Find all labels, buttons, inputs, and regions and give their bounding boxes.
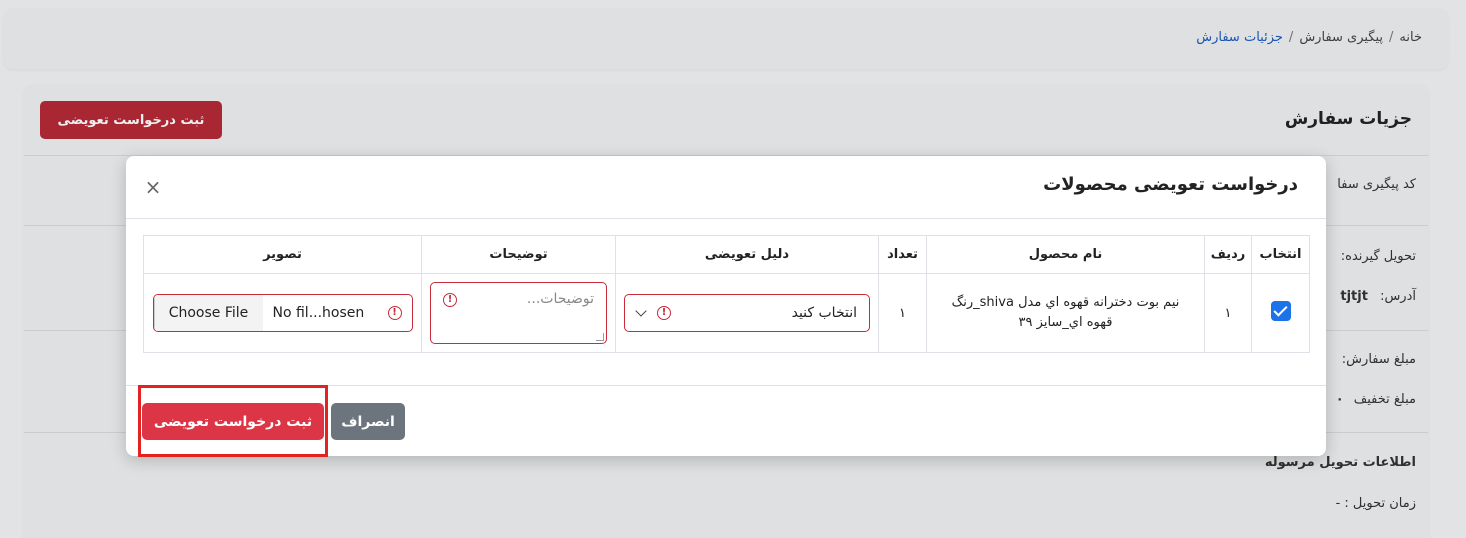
- file-status: No fil...hosen !: [263, 295, 412, 331]
- column-header-description: توضیحات: [421, 235, 616, 274]
- reason-cell: انتخاب کنید !: [615, 273, 879, 353]
- row-number: ۱: [1204, 273, 1252, 353]
- column-header-select: انتخاب: [1251, 235, 1310, 274]
- select-cell: [1251, 273, 1310, 353]
- image-file-input[interactable]: Choose File No fil...hosen !: [152, 294, 413, 332]
- quantity: ۱: [878, 273, 927, 353]
- choose-file-button[interactable]: Choose File: [153, 295, 263, 331]
- file-status-text: No fil...hosen: [272, 305, 365, 321]
- modal-footer: انصراف ثبت درخواست تعویضی: [126, 385, 1326, 456]
- column-header-image: تصویر: [143, 235, 422, 274]
- product-name-cell: نیم بوت دخترانه قهوه اي مدل shiva_رنگ قه…: [926, 273, 1205, 353]
- close-icon[interactable]: ×: [144, 177, 162, 197]
- chevron-down-icon: [635, 305, 647, 317]
- exchange-modal: درخواست تعویضی محصولات × انتخاب ردیف نام…: [126, 156, 1326, 456]
- table-row: ۱ نیم بوت دخترانه قهوه اي مدل shiva_رنگ …: [143, 273, 1310, 353]
- image-cell: Choose File No fil...hosen !: [143, 273, 422, 353]
- error-icon: !: [657, 306, 671, 320]
- description-cell: توضیحات... !: [421, 273, 616, 353]
- resize-handle-icon[interactable]: [596, 333, 604, 341]
- description-placeholder: توضیحات...: [526, 291, 594, 307]
- error-icon: !: [443, 293, 457, 307]
- column-header-row: ردیف: [1204, 235, 1252, 274]
- description-textarea[interactable]: توضیحات... !: [430, 282, 607, 344]
- column-header-reason: دلیل تعویضی: [615, 235, 879, 274]
- reason-select-value: انتخاب کنید: [791, 305, 857, 321]
- cancel-button[interactable]: انصراف: [331, 403, 405, 440]
- exchange-products-table: انتخاب ردیف نام محصول تعداد دلیل تعویضی …: [143, 235, 1310, 353]
- product-name-line: نیم بوت دخترانه قهوه اي مدل shiva_رنگ: [951, 295, 1180, 310]
- product-name-line: قهوه اي_سایز ۳۹: [1018, 315, 1113, 330]
- select-checkbox[interactable]: [1270, 301, 1291, 321]
- modal-header: درخواست تعویضی محصولات ×: [126, 156, 1326, 219]
- submit-exchange-button[interactable]: ثبت درخواست تعویضی: [142, 403, 324, 440]
- select-icons: !: [635, 305, 671, 320]
- modal-title: درخواست تعویضی محصولات: [1043, 174, 1298, 195]
- reason-select[interactable]: انتخاب کنید !: [624, 294, 870, 332]
- product-name: نیم بوت دخترانه قهوه اي مدل shiva_رنگ قه…: [927, 293, 1204, 333]
- column-header-quantity: تعداد: [878, 235, 927, 274]
- error-icon: !: [387, 306, 402, 320]
- column-header-product-name: نام محصول: [926, 235, 1205, 274]
